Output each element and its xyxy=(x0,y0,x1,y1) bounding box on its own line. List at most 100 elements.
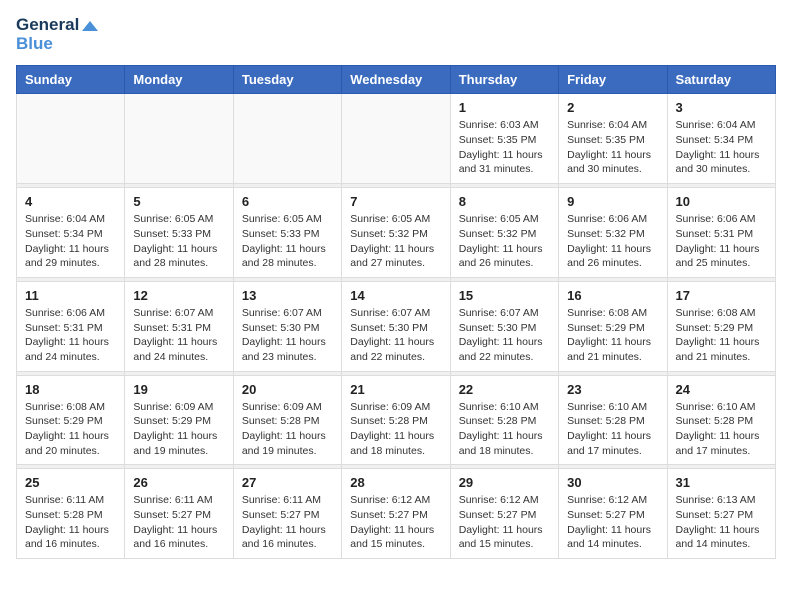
day-info: Sunrise: 6:08 AM Sunset: 5:29 PM Dayligh… xyxy=(676,306,767,365)
day-number: 29 xyxy=(459,475,550,490)
day-number: 17 xyxy=(676,288,767,303)
day-number: 14 xyxy=(350,288,441,303)
day-info: Sunrise: 6:04 AM Sunset: 5:35 PM Dayligh… xyxy=(567,118,658,177)
day-number: 11 xyxy=(25,288,116,303)
calendar-week-row-5: 25 Sunrise: 6:11 AM Sunset: 5:28 PM Dayli… xyxy=(17,469,776,559)
weekday-header-tuesday: Tuesday xyxy=(233,66,341,94)
weekday-header-sunday: Sunday xyxy=(17,66,125,94)
calendar-cell: 16Sunrise: 6:08 AM Sunset: 5:29 PM Dayli… xyxy=(559,281,667,371)
calendar-cell xyxy=(125,94,233,184)
calendar-cell: 31 Sunrise: 6:13 AM Sunset: 5:27 PM Dayli… xyxy=(667,469,775,559)
day-info: Sunrise: 6:11 AM Sunset: 5:28 PM Dayligh… xyxy=(25,493,116,552)
day-info: Sunrise: 6:13 AM Sunset: 5:27 PM Dayligh… xyxy=(676,493,767,552)
day-info: Sunrise: 6:05 AM Sunset: 5:32 PM Dayligh… xyxy=(459,212,550,271)
day-number: 13 xyxy=(242,288,333,303)
calendar-cell: 1 Sunrise: 6:03 AM Sunset: 5:35 PM Daylig… xyxy=(450,94,558,184)
day-info: Sunrise: 6:10 AM Sunset: 5:28 PM Dayligh… xyxy=(567,400,658,459)
calendar-cell: 25 Sunrise: 6:11 AM Sunset: 5:28 PM Dayli… xyxy=(17,469,125,559)
day-info: Sunrise: 6:03 AM Sunset: 5:35 PM Dayligh… xyxy=(459,118,550,177)
calendar-cell: 2 Sunrise: 6:04 AM Sunset: 5:35 PM Daylig… xyxy=(559,94,667,184)
calendar-week-row-1: 1 Sunrise: 6:03 AM Sunset: 5:35 PM Daylig… xyxy=(17,94,776,184)
day-info: Sunrise: 6:04 AM Sunset: 5:34 PM Dayligh… xyxy=(676,118,767,177)
weekday-header-row: SundayMondayTuesdayWednesdayThursdayFrid… xyxy=(17,66,776,94)
day-info: Sunrise: 6:04 AM Sunset: 5:34 PM Dayligh… xyxy=(25,212,116,271)
calendar-cell: 23 Sunrise: 6:10 AM Sunset: 5:28 PM Dayli… xyxy=(559,375,667,465)
weekday-header-wednesday: Wednesday xyxy=(342,66,450,94)
day-info: Sunrise: 6:07 AM Sunset: 5:30 PM Dayligh… xyxy=(242,306,333,365)
day-number: 2 xyxy=(567,100,658,115)
weekday-header-monday: Monday xyxy=(125,66,233,94)
calendar-cell: 13 Sunrise: 6:07 AM Sunset: 5:30 PM Dayli… xyxy=(233,281,341,371)
day-info: Sunrise: 6:11 AM Sunset: 5:27 PM Dayligh… xyxy=(242,493,333,552)
day-number: 23 xyxy=(567,382,658,397)
calendar-cell: 27 Sunrise: 6:11 AM Sunset: 5:27 PM Dayli… xyxy=(233,469,341,559)
calendar-cell: 5 Sunrise: 6:05 AM Sunset: 5:33 PM Daylig… xyxy=(125,188,233,278)
day-number: 18 xyxy=(25,382,116,397)
weekday-header-saturday: Saturday xyxy=(667,66,775,94)
calendar-cell: 14 Sunrise: 6:07 AM Sunset: 5:30 PM Dayli… xyxy=(342,281,450,371)
day-number: 8 xyxy=(459,194,550,209)
day-info: Sunrise: 6:07 AM Sunset: 5:30 PM Dayligh… xyxy=(459,306,550,365)
calendar-cell: 21Sunrise: 6:09 AM Sunset: 5:28 PM Dayli… xyxy=(342,375,450,465)
page-header: General Blue xyxy=(16,16,776,53)
calendar-cell: 24 Sunrise: 6:10 AM Sunset: 5:28 PM Dayli… xyxy=(667,375,775,465)
day-number: 31 xyxy=(676,475,767,490)
day-info: Sunrise: 6:10 AM Sunset: 5:28 PM Dayligh… xyxy=(459,400,550,459)
day-info: Sunrise: 6:05 AM Sunset: 5:33 PM Dayligh… xyxy=(133,212,224,271)
day-number: 26 xyxy=(133,475,224,490)
calendar-cell: 9 Sunrise: 6:06 AM Sunset: 5:32 PM Daylig… xyxy=(559,188,667,278)
day-info: Sunrise: 6:12 AM Sunset: 5:27 PM Dayligh… xyxy=(350,493,441,552)
day-number: 30 xyxy=(567,475,658,490)
day-info: Sunrise: 6:05 AM Sunset: 5:32 PM Dayligh… xyxy=(350,212,441,271)
day-number: 28 xyxy=(350,475,441,490)
calendar-cell: 28 Sunrise: 6:12 AM Sunset: 5:27 PM Dayli… xyxy=(342,469,450,559)
day-number: 15 xyxy=(459,288,550,303)
day-number: 21 xyxy=(350,382,441,397)
calendar-table: SundayMondayTuesdayWednesdayThursdayFrid… xyxy=(16,65,776,559)
day-info: Sunrise: 6:07 AM Sunset: 5:30 PM Dayligh… xyxy=(350,306,441,365)
day-number: 3 xyxy=(676,100,767,115)
day-number: 12 xyxy=(133,288,224,303)
calendar-cell: 22 Sunrise: 6:10 AM Sunset: 5:28 PM Dayli… xyxy=(450,375,558,465)
calendar-cell: 7 Sunrise: 6:05 AM Sunset: 5:32 PM Daylig… xyxy=(342,188,450,278)
day-info: Sunrise: 6:10 AM Sunset: 5:28 PM Dayligh… xyxy=(676,400,767,459)
calendar-cell: 12 Sunrise: 6:07 AM Sunset: 5:31 PM Dayli… xyxy=(125,281,233,371)
weekday-header-thursday: Thursday xyxy=(450,66,558,94)
logo-text-blue: Blue xyxy=(16,35,98,54)
day-number: 27 xyxy=(242,475,333,490)
calendar-cell xyxy=(342,94,450,184)
day-info: Sunrise: 6:12 AM Sunset: 5:27 PM Dayligh… xyxy=(567,493,658,552)
calendar-week-row-2: 4Sunrise: 6:04 AM Sunset: 5:34 PM Daylig… xyxy=(17,188,776,278)
logo-mark: General Blue xyxy=(16,16,98,53)
calendar-cell xyxy=(17,94,125,184)
day-number: 7 xyxy=(350,194,441,209)
day-number: 9 xyxy=(567,194,658,209)
day-info: Sunrise: 6:06 AM Sunset: 5:32 PM Dayligh… xyxy=(567,212,658,271)
calendar-cell: 4Sunrise: 6:04 AM Sunset: 5:34 PM Daylig… xyxy=(17,188,125,278)
day-number: 1 xyxy=(459,100,550,115)
calendar-cell: 26Sunrise: 6:11 AM Sunset: 5:27 PM Dayli… xyxy=(125,469,233,559)
day-info: Sunrise: 6:12 AM Sunset: 5:27 PM Dayligh… xyxy=(459,493,550,552)
day-number: 10 xyxy=(676,194,767,209)
day-number: 6 xyxy=(242,194,333,209)
day-info: Sunrise: 6:09 AM Sunset: 5:28 PM Dayligh… xyxy=(242,400,333,459)
day-number: 19 xyxy=(133,382,224,397)
calendar-cell: 15 Sunrise: 6:07 AM Sunset: 5:30 PM Dayli… xyxy=(450,281,558,371)
day-number: 24 xyxy=(676,382,767,397)
day-number: 25 xyxy=(25,475,116,490)
logo: General Blue xyxy=(16,16,98,53)
calendar-cell xyxy=(233,94,341,184)
weekday-header-friday: Friday xyxy=(559,66,667,94)
day-number: 5 xyxy=(133,194,224,209)
day-info: Sunrise: 6:06 AM Sunset: 5:31 PM Dayligh… xyxy=(676,212,767,271)
calendar-cell: 10 Sunrise: 6:06 AM Sunset: 5:31 PM Dayli… xyxy=(667,188,775,278)
day-info: Sunrise: 6:07 AM Sunset: 5:31 PM Dayligh… xyxy=(133,306,224,365)
day-number: 22 xyxy=(459,382,550,397)
calendar-cell: 30 Sunrise: 6:12 AM Sunset: 5:27 PM Dayli… xyxy=(559,469,667,559)
calendar-cell: 18 Sunrise: 6:08 AM Sunset: 5:29 PM Dayli… xyxy=(17,375,125,465)
calendar-cell: 6Sunrise: 6:05 AM Sunset: 5:33 PM Daylig… xyxy=(233,188,341,278)
day-number: 16 xyxy=(567,288,658,303)
calendar-cell: 11Sunrise: 6:06 AM Sunset: 5:31 PM Dayli… xyxy=(17,281,125,371)
calendar-week-row-4: 18 Sunrise: 6:08 AM Sunset: 5:29 PM Dayli… xyxy=(17,375,776,465)
day-info: Sunrise: 6:08 AM Sunset: 5:29 PM Dayligh… xyxy=(25,400,116,459)
